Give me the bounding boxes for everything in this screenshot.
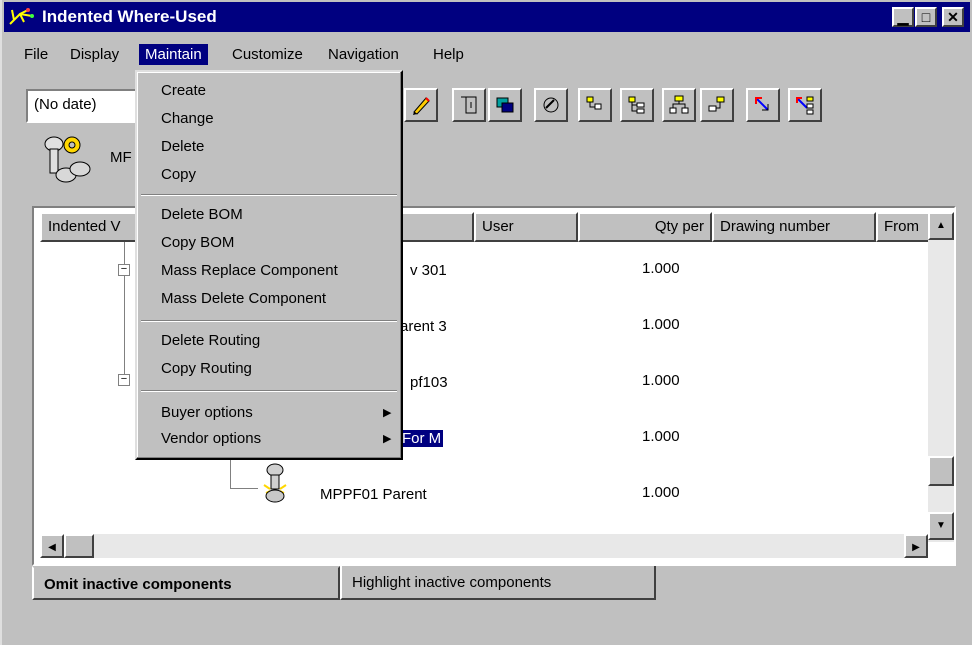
- column-from[interactable]: From: [876, 212, 930, 242]
- menu-item-change[interactable]: Change: [161, 110, 214, 127]
- expand-tree-icon: [628, 96, 645, 114]
- column-indented[interactable]: Indented V: [40, 212, 144, 242]
- hierarchy-button[interactable]: [662, 88, 696, 122]
- scroll-up-icon[interactable]: ▲: [928, 212, 954, 240]
- maintain-menu: Create Change Delete Copy Delete BOM Cop…: [135, 70, 403, 460]
- tree-row-label-selected[interactable]: For M: [400, 430, 444, 447]
- qty-value: 1.000: [642, 484, 680, 501]
- expand-tree-button[interactable]: [620, 88, 654, 122]
- multi-level-where-used-button[interactable]: [788, 88, 822, 122]
- column-qty-per[interactable]: Qty per: [578, 212, 712, 242]
- qty-value: 1.000: [642, 260, 680, 277]
- menu-item-copy-bom[interactable]: Copy BOM: [161, 234, 234, 251]
- scroll-left-icon[interactable]: ◀: [40, 534, 64, 558]
- component-tree-icon: [461, 96, 477, 114]
- component-button[interactable]: [452, 88, 486, 122]
- menu-help[interactable]: Help: [427, 44, 470, 65]
- menu-separator: [141, 390, 397, 392]
- collapse-tree-icon: [708, 96, 725, 112]
- menu-item-copy[interactable]: Copy: [161, 166, 196, 183]
- qty-value: 1.000: [642, 372, 680, 389]
- search-part-button[interactable]: [534, 88, 568, 122]
- part-bolt-icon: [44, 136, 91, 183]
- menu-item-delete-bom[interactable]: Delete BOM: [161, 206, 243, 223]
- menu-maintain[interactable]: Maintain: [139, 44, 208, 65]
- hierarchy-icon: [669, 95, 689, 114]
- menu-item-mass-delete[interactable]: Mass Delete Component: [161, 290, 326, 307]
- collapse-node-toggle[interactable]: −: [118, 374, 130, 386]
- indent-tree-button[interactable]: [578, 88, 612, 122]
- minimize-button[interactable]: ▁: [892, 7, 914, 27]
- menu-item-create[interactable]: Create: [161, 82, 206, 99]
- tree-row-label[interactable]: pf103: [410, 374, 448, 391]
- date-selector[interactable]: (No date): [26, 89, 141, 123]
- menu-item-copy-routing[interactable]: Copy Routing: [161, 360, 252, 377]
- title-bar[interactable]: Indented Where-Used ▁ □ ✕: [4, 2, 970, 32]
- menu-separator: [141, 194, 397, 196]
- maximize-button[interactable]: □: [915, 7, 937, 27]
- menu-item-delete[interactable]: Delete: [161, 138, 204, 155]
- pencil-icon: [413, 97, 430, 115]
- menu-separator: [141, 320, 397, 322]
- column-user[interactable]: User: [474, 212, 578, 242]
- tab-omit-inactive[interactable]: Omit inactive components: [32, 566, 340, 600]
- column-drawing-number[interactable]: Drawing number: [712, 212, 876, 242]
- red-arrow-icon: [755, 97, 769, 111]
- magnifier-part-icon: [543, 97, 559, 113]
- tree-row-label[interactable]: arent 3: [400, 318, 447, 335]
- tree-row-label[interactable]: v 301: [410, 262, 447, 279]
- tab-highlight-inactive[interactable]: Highlight inactive components: [340, 566, 656, 600]
- hscroll-thumb[interactable]: [64, 534, 94, 558]
- multi-arrow-icon: [796, 96, 814, 115]
- menu-display[interactable]: Display: [64, 44, 125, 65]
- app-tree-icon: [9, 8, 34, 25]
- menu-navigation[interactable]: Navigation: [322, 44, 405, 65]
- tree-view-icon: [586, 96, 602, 110]
- menu-item-delete-routing[interactable]: Delete Routing: [161, 332, 260, 349]
- qty-value: 1.000: [642, 316, 680, 333]
- submenu-arrow-icon: ▶: [383, 407, 392, 419]
- scroll-down-icon[interactable]: ▼: [928, 512, 954, 540]
- menu-item-vendor-options[interactable]: Vendor options: [161, 430, 261, 447]
- qty-value: 1.000: [642, 428, 680, 445]
- horizontal-scrollbar[interactable]: ◀ ▶: [40, 534, 928, 558]
- tree-row-label[interactable]: MPPF01 Parent: [320, 486, 427, 503]
- bolt-part-icon: [263, 463, 287, 503]
- edit-pencil-button[interactable]: [404, 88, 438, 122]
- menu-bar: File Display Maintain Customize Navigati…: [4, 44, 970, 70]
- copy-view-button[interactable]: [488, 88, 522, 122]
- windows-icon: [496, 97, 514, 113]
- part-number-label: MF: [110, 149, 132, 166]
- close-button[interactable]: ✕: [942, 7, 964, 27]
- where-used-button[interactable]: [746, 88, 780, 122]
- collapse-tree-button[interactable]: [700, 88, 734, 122]
- window-title: Indented Where-Used: [42, 7, 217, 26]
- tree-connector: [230, 488, 258, 489]
- collapse-node-toggle[interactable]: −: [118, 264, 130, 276]
- main-window: Indented Where-Used ▁ □ ✕ File Display M…: [0, 0, 972, 645]
- menu-customize[interactable]: Customize: [226, 44, 309, 65]
- menu-item-buyer-options[interactable]: Buyer options: [161, 404, 253, 421]
- vertical-scrollbar[interactable]: ▲ ▼: [928, 212, 954, 542]
- menu-item-mass-replace[interactable]: Mass Replace Component: [161, 262, 338, 279]
- scroll-thumb[interactable]: [928, 456, 954, 486]
- submenu-arrow-icon: ▶: [383, 433, 392, 445]
- scroll-right-icon[interactable]: ▶: [904, 534, 928, 558]
- menu-file[interactable]: File: [18, 44, 54, 65]
